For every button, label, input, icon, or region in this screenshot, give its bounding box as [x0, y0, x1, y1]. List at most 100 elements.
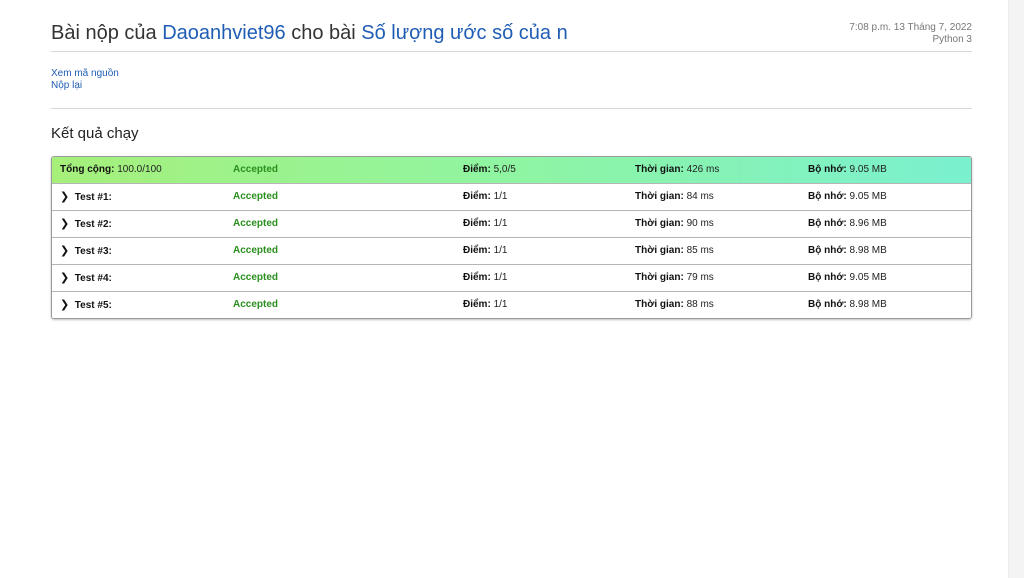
chevron-right-icon[interactable]: ❯ — [60, 184, 70, 210]
memory-label: Bộ nhớ: — [808, 191, 847, 202]
test-score: 1/1 — [493, 272, 508, 283]
test-time-cell: Thời gian: 90 ms — [635, 211, 714, 237]
title-middle: cho bài — [291, 22, 356, 44]
test-row[interactable]: ❯ Test #3: Accepted Điểm: 1/1 Thời gian:… — [52, 237, 971, 264]
submission-language: Python 3 — [932, 34, 972, 45]
test-time: 79 ms — [686, 272, 714, 283]
memory-label: Bộ nhớ: — [808, 299, 847, 310]
time-label: Thời gian: — [635, 272, 684, 283]
submission-datetime: 7:08 p.m. 13 Tháng 7, 2022 — [849, 22, 972, 33]
test-label: Test #1: — [74, 192, 112, 203]
test-memory-cell: Bộ nhớ: 9.05 MB — [808, 265, 887, 291]
score-label: Điểm: — [463, 191, 491, 202]
test-memory-cell: Bộ nhớ: 8.96 MB — [808, 211, 887, 237]
test-time: 84 ms — [686, 191, 714, 202]
memory-label: Bộ nhớ: — [808, 218, 847, 229]
test-status: Accepted — [233, 191, 279, 202]
test-row[interactable]: ❯ Test #1: Accepted Điểm: 1/1 Thời gian:… — [52, 183, 971, 210]
test-label-cell: ❯ Test #3: — [60, 238, 112, 265]
total-time-cell: Thời gian: 426 ms — [635, 157, 719, 183]
title-prefix: Bài nộp của — [51, 22, 157, 44]
chevron-right-icon[interactable]: ❯ — [60, 265, 70, 291]
memory-label: Bộ nhớ: — [808, 272, 847, 283]
test-score-cell: Điểm: 1/1 — [463, 292, 507, 318]
chevron-right-icon[interactable]: ❯ — [60, 211, 70, 237]
submission-header: Bài nộp của Daoanhviet96 cho bài Số lượn… — [51, 20, 972, 52]
chevron-right-icon[interactable]: ❯ — [60, 292, 70, 318]
resubmit-link[interactable]: Nộp lại — [51, 80, 119, 92]
test-memory: 8.98 MB — [849, 299, 887, 310]
time-label: Thời gian: — [635, 299, 684, 310]
test-status: Accepted — [233, 299, 279, 310]
test-memory: 8.98 MB — [849, 245, 887, 256]
test-label-cell: ❯ Test #5: — [60, 292, 112, 318]
test-score: 1/1 — [493, 218, 508, 229]
divider — [51, 108, 972, 109]
test-memory: 8.96 MB — [849, 218, 887, 229]
total-score: 5,0/5 — [493, 164, 516, 175]
score-label: Điểm: — [463, 164, 491, 175]
test-status: Accepted — [233, 272, 279, 283]
memory-label: Bộ nhớ: — [808, 245, 847, 256]
test-status: Accepted — [233, 218, 279, 229]
score-label: Điểm: — [463, 245, 491, 256]
test-time-cell: Thời gian: 85 ms — [635, 238, 714, 264]
test-memory-cell: Bộ nhớ: 8.98 MB — [808, 238, 887, 264]
page-title: Bài nộp của Daoanhviet96 cho bài Số lượn… — [51, 22, 568, 45]
test-time-cell: Thời gian: 88 ms — [635, 292, 714, 318]
score-label: Điểm: — [463, 299, 491, 310]
test-score: 1/1 — [493, 299, 508, 310]
total-cell: Tổng cộng: 100.0/100 — [60, 157, 162, 183]
test-row[interactable]: ❯ Test #2: Accepted Điểm: 1/1 Thời gian:… — [52, 210, 971, 237]
memory-label: Bộ nhớ: — [808, 164, 847, 175]
page: Bài nộp của Daoanhviet96 cho bài Số lượn… — [0, 0, 1024, 578]
action-links: Xem mã nguồn Nộp lại — [51, 68, 119, 92]
test-label-cell: ❯ Test #2: — [60, 211, 112, 238]
test-status: Accepted — [233, 245, 279, 256]
total-row: Tổng cộng: 100.0/100 Accepted Điểm: 5,0/… — [52, 157, 971, 183]
time-label: Thời gian: — [635, 245, 684, 256]
test-label: Test #5: — [74, 300, 112, 311]
test-row[interactable]: ❯ Test #5: Accepted Điểm: 1/1 Thời gian:… — [52, 291, 971, 318]
total-value: 100.0/100 — [117, 164, 162, 175]
total-memory: 9.05 MB — [849, 164, 887, 175]
test-label-cell: ❯ Test #4: — [60, 265, 112, 292]
test-row[interactable]: ❯ Test #4: Accepted Điểm: 1/1 Thời gian:… — [52, 264, 971, 291]
total-label: Tổng cộng: — [60, 164, 115, 175]
test-score-cell: Điểm: 1/1 — [463, 184, 507, 210]
time-label: Thời gian: — [635, 164, 684, 175]
test-time-cell: Thời gian: 84 ms — [635, 184, 714, 210]
score-label: Điểm: — [463, 218, 491, 229]
submission-meta: 7:08 p.m. 13 Tháng 7, 2022 Python 3 — [849, 22, 972, 46]
total-memory-cell: Bộ nhớ: 9.05 MB — [808, 157, 887, 183]
test-label-cell: ❯ Test #1: — [60, 184, 112, 211]
test-label: Test #4: — [74, 273, 112, 284]
problem-link[interactable]: Số lượng ước số của n — [361, 22, 567, 44]
test-memory: 9.05 MB — [849, 191, 887, 202]
test-score-cell: Điểm: 1/1 — [463, 211, 507, 237]
test-score-cell: Điểm: 1/1 — [463, 238, 507, 264]
total-time: 426 ms — [686, 164, 720, 175]
test-time-cell: Thời gian: 79 ms — [635, 265, 714, 291]
test-time: 85 ms — [686, 245, 714, 256]
test-memory-cell: Bộ nhớ: 8.98 MB — [808, 292, 887, 318]
score-label: Điểm: — [463, 272, 491, 283]
test-memory-cell: Bộ nhớ: 9.05 MB — [808, 184, 887, 210]
test-label: Test #2: — [74, 219, 112, 230]
view-source-link[interactable]: Xem mã nguồn — [51, 68, 119, 80]
total-score-cell: Điểm: 5,0/5 — [463, 157, 516, 183]
test-memory: 9.05 MB — [849, 272, 887, 283]
time-label: Thời gian: — [635, 191, 684, 202]
test-label: Test #3: — [74, 246, 112, 257]
test-time: 88 ms — [686, 299, 714, 310]
scrollbar[interactable] — [1008, 0, 1024, 578]
time-label: Thời gian: — [635, 218, 684, 229]
test-score-cell: Điểm: 1/1 — [463, 265, 507, 291]
user-link[interactable]: Daoanhviet96 — [162, 22, 285, 44]
section-title: Kết quả chạy — [51, 125, 139, 142]
test-score: 1/1 — [493, 191, 508, 202]
chevron-right-icon[interactable]: ❯ — [60, 238, 70, 264]
test-score: 1/1 — [493, 245, 508, 256]
results-table: Tổng cộng: 100.0/100 Accepted Điểm: 5,0/… — [51, 156, 972, 319]
total-status: Accepted — [233, 164, 279, 175]
